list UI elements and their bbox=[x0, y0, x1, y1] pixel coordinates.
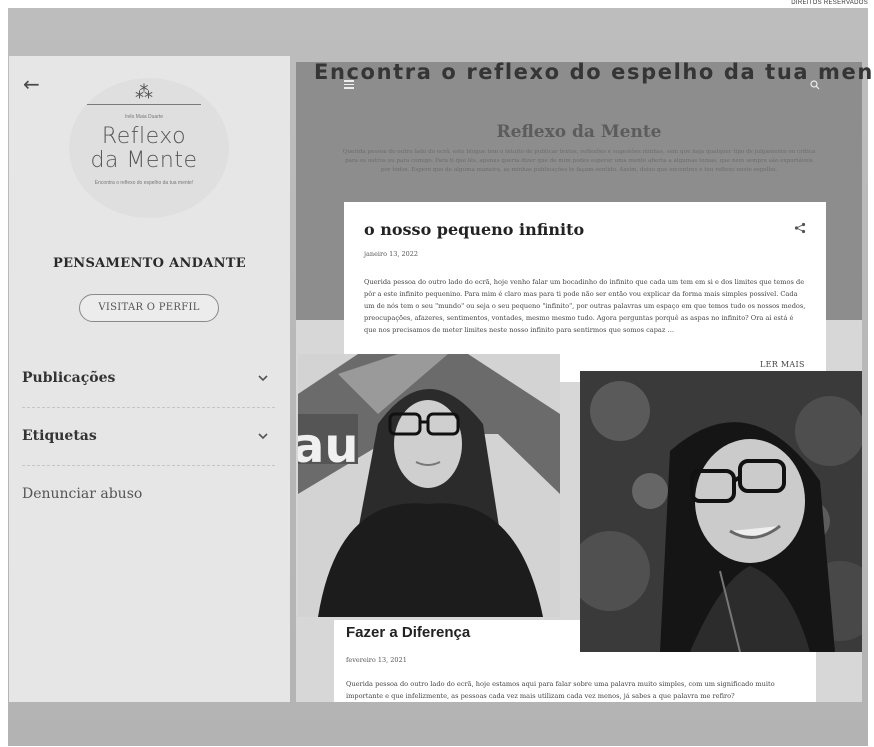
divider bbox=[22, 465, 275, 466]
logo-title-line1: Reflexo bbox=[101, 124, 187, 149]
blog-logo: ⁂ Inês Maia Duarte Reflexo da Mente Enco… bbox=[69, 78, 229, 218]
slogan-heading: Encontra o reflexo do espelho da tua men… bbox=[314, 60, 874, 84]
logo-tagline: Encontra o reflexo do espelho da tua men… bbox=[94, 180, 194, 186]
photo-logo-text: au bbox=[298, 418, 359, 474]
blog-title: Reflexo da Mente bbox=[496, 122, 662, 142]
menu-label: Etiquetas bbox=[22, 428, 97, 444]
chevron-down-icon bbox=[258, 433, 268, 440]
logo-divider bbox=[87, 104, 201, 105]
divider bbox=[22, 407, 275, 408]
menu-etiquetas[interactable]: Etiquetas bbox=[22, 424, 275, 452]
author-photo-2 bbox=[580, 371, 862, 652]
blog-description: Querida pessoa do outro lado do ecrã, es… bbox=[342, 149, 816, 173]
report-abuse-link[interactable]: Denunciar abuso bbox=[22, 486, 142, 502]
post-title[interactable]: Fazer a Diferença bbox=[346, 624, 470, 641]
share-icon[interactable] bbox=[794, 222, 806, 234]
blog-name: PENSAMENTO ANDANTE bbox=[53, 256, 246, 271]
photo-illustration bbox=[580, 371, 862, 652]
author-photo-1: au bbox=[298, 354, 560, 617]
logo-title-line2: da Mente bbox=[90, 148, 198, 173]
logo-author: Inês Maia Duarte bbox=[124, 114, 164, 120]
copyright-note: DIREITOS RESERVADOS bbox=[791, 0, 868, 6]
chevron-down-icon bbox=[258, 375, 268, 382]
photo-illustration: au bbox=[298, 354, 560, 617]
post-date: janeiro 13, 2022 bbox=[364, 250, 419, 258]
back-arrow-icon[interactable]: ← bbox=[23, 72, 40, 96]
post-date: fevereiro 13, 2021 bbox=[346, 656, 407, 664]
visit-profile-button[interactable]: VISITAR O PERFIL bbox=[79, 294, 219, 322]
post-snippet: Querida pessoa do outro lado do ecrã, ho… bbox=[364, 278, 806, 334]
post-title[interactable]: o nosso pequeno infinito bbox=[364, 220, 584, 239]
sidebar: ← ⁂ Inês Maia Duarte Reflexo da Mente En… bbox=[9, 56, 290, 702]
read-more-link[interactable]: LER MAIS bbox=[760, 360, 805, 369]
menu-label: Publicações bbox=[22, 370, 116, 386]
sprout-icon: ⁂ bbox=[135, 82, 153, 103]
post-snippet: Querida pessoa do outro lado do ecrã, ho… bbox=[346, 680, 775, 700]
menu-publicacoes[interactable]: Publicações bbox=[22, 366, 275, 394]
